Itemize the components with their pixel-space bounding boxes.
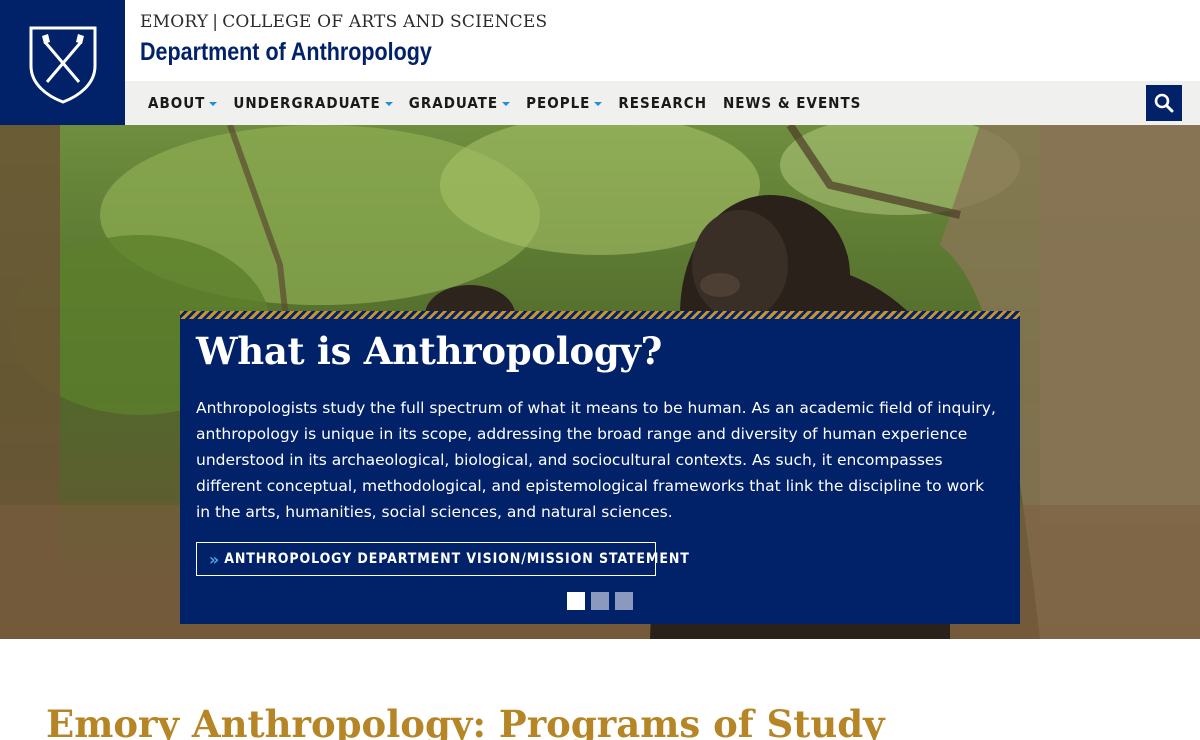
emory-shield-icon <box>29 26 96 104</box>
nav-label: GRADUATE <box>408 94 499 112</box>
hero-card: What is Anthropology? Anthropologists st… <box>180 311 1020 624</box>
programs-heading: Emory Anthropology: Programs of Study <box>46 702 885 740</box>
nav-label: ABOUT <box>148 94 206 112</box>
nav-item-undergraduate[interactable]: UNDERGRADUATE <box>233 94 393 112</box>
nav-label: NEWS & EVENTS <box>723 94 862 112</box>
search-icon <box>1154 93 1174 113</box>
nav-item-graduate[interactable]: GRADUATE <box>408 94 511 112</box>
hero-title: What is Anthropology? <box>196 329 662 373</box>
hero-carousel: What is Anthropology? Anthropologists st… <box>0 125 1200 639</box>
carousel-dot-3[interactable] <box>615 592 633 610</box>
nav-item-research[interactable]: RESEARCH <box>618 94 707 112</box>
brand-separator: | <box>212 12 219 32</box>
nav-label: RESEARCH <box>618 94 707 112</box>
carousel-dot-2[interactable] <box>591 592 609 610</box>
nav-label: PEOPLE <box>526 94 591 112</box>
caret-down-icon <box>384 102 393 106</box>
department-title[interactable]: Department of Anthropology <box>140 38 490 67</box>
college-name[interactable]: EMORY | COLLEGE OF ARTS AND SCIENCES <box>140 12 547 32</box>
caret-down-icon <box>209 102 218 106</box>
main-nav: ABOUT UNDERGRADUATE GRADUATE PEOPLE RESE… <box>125 81 1200 125</box>
card-stripe <box>180 311 1020 319</box>
double-chevron-right-icon: ›› <box>209 549 219 569</box>
university-label: EMORY <box>140 12 209 32</box>
caret-down-icon <box>502 102 511 106</box>
search-button[interactable] <box>1146 85 1182 121</box>
emory-logo[interactable] <box>0 0 125 125</box>
carousel-dot-1[interactable] <box>567 592 585 610</box>
nav-label: UNDERGRADUATE <box>233 94 381 112</box>
nav-item-people[interactable]: PEOPLE <box>526 94 603 112</box>
nav-item-about[interactable]: ABOUT <box>148 94 218 112</box>
nav-item-news-events[interactable]: NEWS & EVENTS <box>723 94 861 112</box>
cta-label: ANTHROPOLOGY DEPARTMENT VISION/MISSION S… <box>224 551 690 567</box>
hero-body: Anthropologists study the full spectrum … <box>196 399 996 521</box>
brand-block: EMORY | COLLEGE OF ARTS AND SCIENCES Depar… <box>140 12 547 67</box>
mission-statement-button[interactable]: ›› ANTHROPOLOGY DEPARTMENT VISION/MISSIO… <box>196 542 689 576</box>
college-label: COLLEGE OF ARTS AND SCIENCES <box>222 12 548 32</box>
caret-down-icon <box>594 102 603 106</box>
carousel-pagination <box>567 592 633 610</box>
